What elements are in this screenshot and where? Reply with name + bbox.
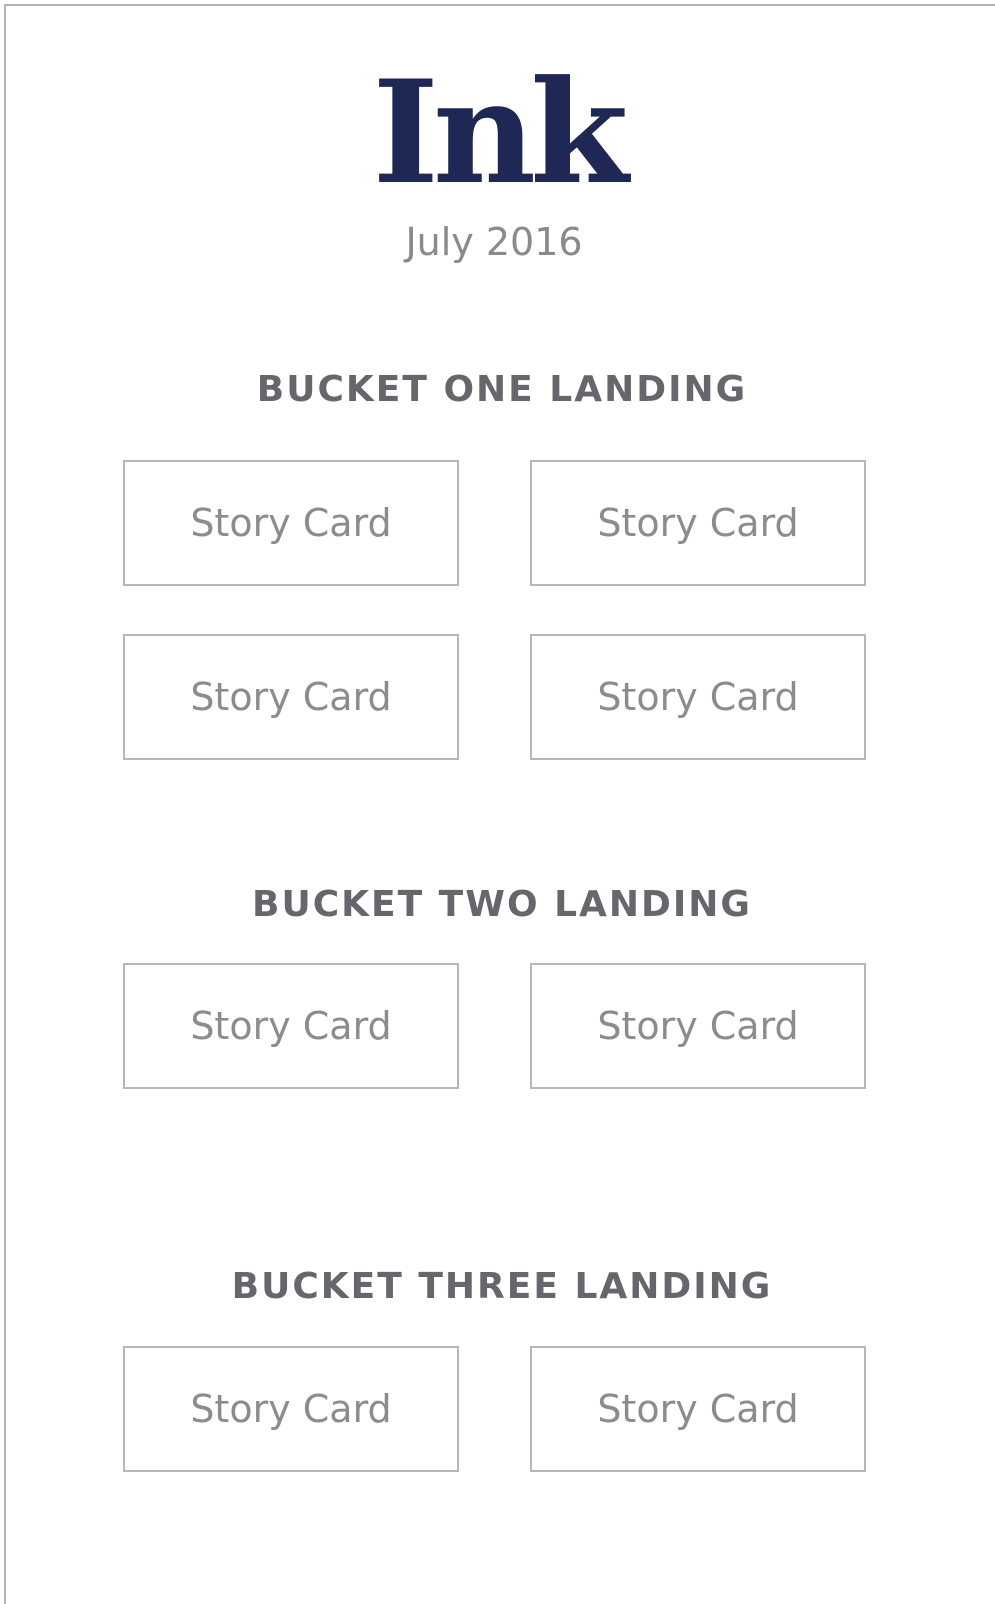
story-card[interactable]: Story Card [530, 1346, 866, 1472]
story-card[interactable]: Story Card [123, 1346, 459, 1472]
story-card[interactable]: Story Card [123, 460, 459, 586]
story-card[interactable]: Story Card [123, 634, 459, 760]
bucket-three-title: BUCKET THREE LANDING [231, 1266, 773, 1307]
story-card[interactable]: Story Card [530, 460, 866, 586]
story-card[interactable]: Story Card [530, 634, 866, 760]
bucket-one-title: BUCKET ONE LANDING [256, 369, 748, 410]
issue-date: July 2016 [405, 220, 583, 264]
story-card[interactable]: Story Card [530, 963, 866, 1089]
ink-logo[interactable]: Ink [0, 58, 995, 208]
story-card[interactable]: Story Card [123, 963, 459, 1089]
bucket-two-title: BUCKET TWO LANDING [252, 884, 752, 925]
